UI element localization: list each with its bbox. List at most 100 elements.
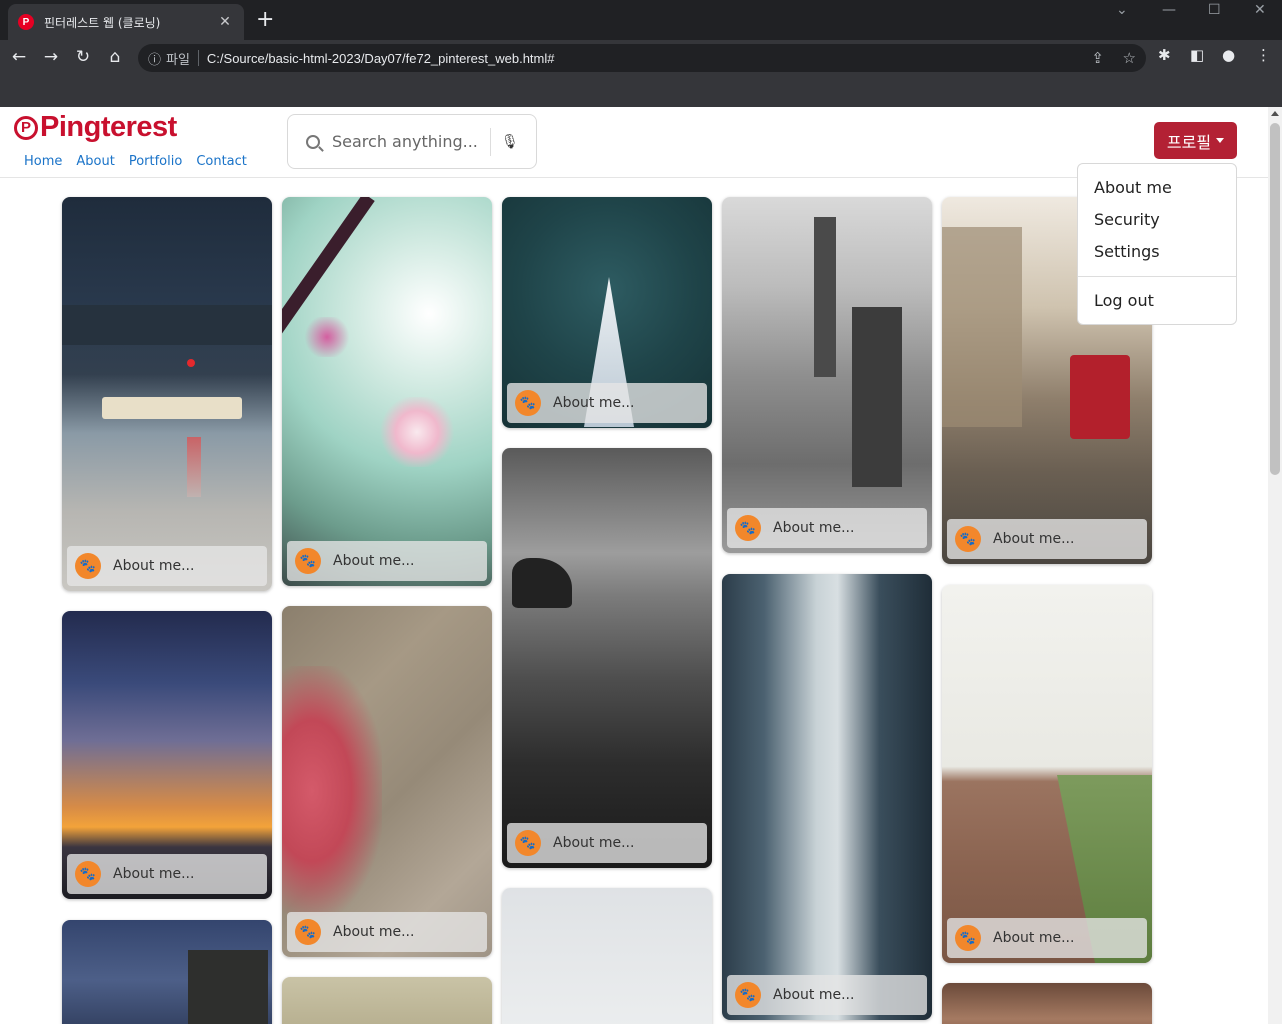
- menu-item-log-out[interactable]: Log out: [1078, 285, 1236, 317]
- side-panel-icon[interactable]: ◧: [1190, 46, 1204, 64]
- url-scheme-label: 파일: [166, 52, 190, 68]
- pin-card[interactable]: [502, 888, 712, 1024]
- pin-card[interactable]: 🐾 About me...: [502, 197, 712, 428]
- profile-icon[interactable]: ●: [1222, 46, 1235, 64]
- pin-caption-text: About me...: [113, 866, 195, 882]
- nav-about[interactable]: About: [76, 154, 114, 169]
- bookmark-bar: [0, 74, 1282, 107]
- empire-state-building: [814, 217, 836, 377]
- blossom-bud: [302, 317, 352, 357]
- microphone-icon[interactable]: 🎙: [501, 134, 519, 150]
- browser-tabbar: P 핀터레스트 웹 (클로닝) ✕ + ⌄ — ☐ ✕: [0, 0, 1282, 40]
- scroll-up-arrow-icon[interactable]: [1271, 111, 1279, 116]
- new-tab-button[interactable]: +: [256, 8, 274, 32]
- pin-card[interactable]: [62, 920, 272, 1024]
- paw-icon: 🐾: [295, 919, 321, 945]
- paw-icon: 🐾: [735, 982, 761, 1008]
- info-icon[interactable]: ⓘ: [148, 49, 166, 68]
- forward-icon[interactable]: →: [40, 46, 62, 68]
- nav-contact[interactable]: Contact: [196, 154, 247, 169]
- menu-divider: [1078, 276, 1236, 277]
- red-bus: [1070, 355, 1130, 439]
- pin-image: [502, 888, 712, 1024]
- tab-search-icon[interactable]: ⌄: [1116, 2, 1128, 18]
- browser-toolbar: ← → ↻ ⌂ ⓘ 파일 C:/Source/basic-html-2023/D…: [0, 40, 1282, 74]
- bridge-tower: [188, 950, 268, 1024]
- home-icon[interactable]: ⌂: [104, 46, 126, 68]
- pin-image: [722, 574, 932, 1020]
- pinterest-favicon-icon: P: [18, 14, 34, 30]
- pin-image: [282, 197, 492, 586]
- pin-caption: 🐾 About me...: [287, 541, 487, 581]
- pin-caption: 🐾 About me...: [727, 508, 927, 548]
- browser-tab[interactable]: P 핀터레스트 웹 (클로닝) ✕: [8, 4, 244, 40]
- profile-dropdown-button[interactable]: 프로필: [1154, 122, 1237, 159]
- paw-icon: 🐾: [515, 830, 541, 856]
- pin-card[interactable]: 🐾 About me...: [62, 611, 272, 899]
- bookmark-star-icon[interactable]: ☆: [1123, 49, 1136, 67]
- menu-kebab-icon[interactable]: ⋮: [1256, 46, 1271, 64]
- caret-down-icon: [1216, 138, 1225, 143]
- paw-icon: 🐾: [75, 861, 101, 887]
- logo[interactable]: P Pingterest: [14, 111, 177, 144]
- pin-image: [282, 977, 492, 1024]
- pin-caption: 🐾 About me...: [947, 918, 1147, 958]
- reload-icon[interactable]: ↻: [72, 46, 94, 68]
- nav-portfolio[interactable]: Portfolio: [129, 154, 182, 169]
- paw-icon: 🐾: [295, 548, 321, 574]
- pin-card[interactable]: 🐾 About me...: [722, 574, 932, 1020]
- pin-caption: 🐾 About me...: [507, 823, 707, 863]
- building-facade: [942, 227, 1022, 427]
- menu-item-settings[interactable]: Settings: [1078, 236, 1236, 268]
- share-icon[interactable]: ⇪: [1091, 49, 1104, 67]
- pin-caption: 🐾 About me...: [727, 975, 927, 1015]
- scroll-thumb[interactable]: [1270, 123, 1280, 475]
- search-box: 🎙: [287, 114, 537, 169]
- url-divider: [197, 50, 199, 66]
- pin-image: [62, 197, 272, 591]
- maximize-icon[interactable]: ☐: [1208, 2, 1221, 18]
- nav-home[interactable]: Home: [24, 154, 62, 169]
- close-tab-icon[interactable]: ✕: [216, 14, 234, 30]
- pin-card[interactable]: 🐾 About me...: [282, 197, 492, 586]
- profile-button-label: 프로필: [1166, 132, 1212, 152]
- back-icon[interactable]: ←: [8, 46, 30, 68]
- paw-icon: 🐾: [955, 925, 981, 951]
- pin-card[interactable]: 🐾 About me...: [722, 197, 932, 553]
- pin-caption-text: About me...: [773, 987, 855, 1003]
- logo-text: Pingterest: [40, 111, 177, 143]
- gamepad-shape: [62, 305, 272, 345]
- pin-card[interactable]: [282, 977, 492, 1024]
- pin-card[interactable]: 🐾 About me...: [942, 585, 1152, 963]
- red-reflection: [187, 437, 201, 497]
- window-close-icon[interactable]: ✕: [1254, 2, 1266, 18]
- pin-card[interactable]: 🐾 About me...: [62, 197, 272, 591]
- pin-caption: 🐾 About me...: [947, 519, 1147, 559]
- url-text[interactable]: C:/Source/basic-html-2023/Day07/fe72_pin…: [207, 51, 555, 66]
- search-icon: [306, 134, 320, 149]
- menu-item-about-me[interactable]: About me: [1078, 172, 1236, 204]
- search-input[interactable]: [332, 132, 482, 151]
- main-nav: Home About Portfolio Contact: [24, 154, 247, 169]
- menu-item-security[interactable]: Security: [1078, 204, 1236, 236]
- red-led: [187, 359, 195, 367]
- pin-caption-text: About me...: [553, 395, 635, 411]
- extensions-icon[interactable]: ✱: [1158, 46, 1171, 64]
- pin-caption-text: About me...: [333, 553, 415, 569]
- minimize-icon[interactable]: —: [1162, 2, 1176, 18]
- pin-caption: 🐾 About me...: [507, 383, 707, 423]
- pin-card[interactable]: 🐾 About me...: [502, 448, 712, 868]
- pin-card[interactable]: 🐾 About me...: [282, 606, 492, 957]
- pin-image: [942, 983, 1152, 1024]
- pinterest-logo-icon: P: [14, 115, 38, 140]
- page-viewport: P Pingterest Home About Portfolio Contac…: [0, 107, 1268, 1024]
- search-divider: [490, 127, 491, 156]
- address-bar[interactable]: ⓘ 파일 C:/Source/basic-html-2023/Day07/fe7…: [138, 44, 1146, 72]
- blossom: [377, 397, 457, 467]
- pin-caption-text: About me...: [113, 558, 195, 574]
- pin-image: [502, 448, 712, 868]
- page-scrollbar[interactable]: [1268, 107, 1282, 1024]
- pin-caption-text: About me...: [773, 520, 855, 536]
- pin-caption: 🐾 About me...: [67, 854, 267, 894]
- pin-card[interactable]: [942, 983, 1152, 1024]
